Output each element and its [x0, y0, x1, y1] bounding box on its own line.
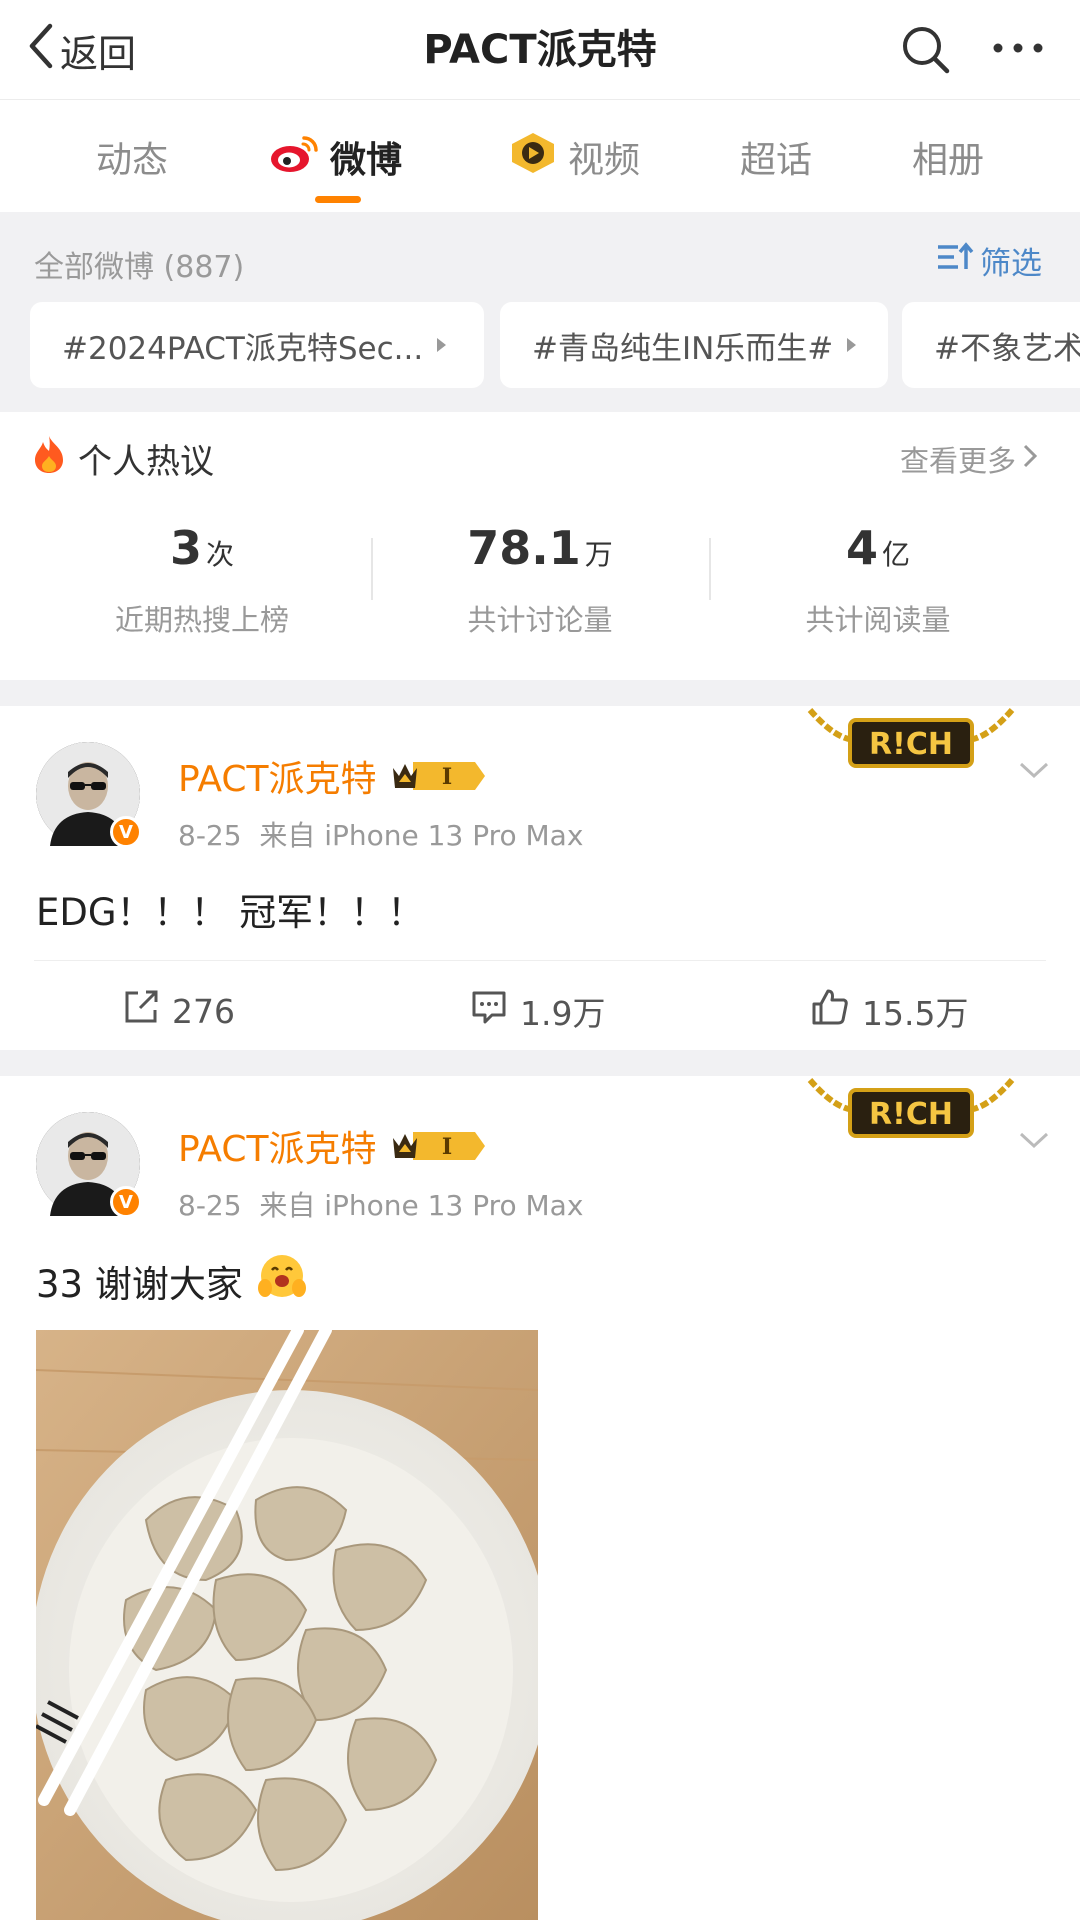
- rich-text: R!CH: [869, 1097, 953, 1132]
- tab-super-topic[interactable]: 超话: [740, 132, 812, 182]
- topic-chip[interactable]: #不象艺术: [902, 302, 1080, 388]
- topic-label: #2024PACT派克特Sec...: [62, 330, 424, 367]
- stat-hot-search[interactable]: 3次 近期热搜上榜: [52, 520, 352, 639]
- topic-chip[interactable]: #青岛纯生IN乐而生#: [500, 302, 888, 388]
- post-meta: 8-25 来自 iPhone 13 Pro Max: [178, 1184, 583, 1224]
- verified-badge: V: [110, 1186, 142, 1218]
- stat-label: 共计阅读量: [805, 603, 951, 637]
- tab-label: 超话: [740, 140, 813, 181]
- active-tab-indicator: [315, 196, 361, 203]
- repost-button[interactable]: 276: [122, 961, 235, 1061]
- author-name[interactable]: PACT派克特 I: [178, 1120, 489, 1172]
- weibo-filter-section: 全部微博 (887) 筛选 #2024PACT派克特Sec... #青岛纯生IN…: [0, 212, 1080, 412]
- post-date: 8-25: [178, 1189, 242, 1222]
- hug-emoji-icon: [257, 1252, 307, 1309]
- author-name[interactable]: PACT派克特 I: [178, 750, 489, 802]
- filter-button[interactable]: 筛选: [936, 238, 1042, 283]
- hot-title: 个人热议: [32, 434, 214, 483]
- comment-count: 1.9万: [520, 994, 606, 1033]
- post-text: EDG！！！ 冠军！！！: [36, 891, 425, 934]
- chevron-down-icon[interactable]: [1018, 760, 1050, 784]
- hot-title-label: 个人热议: [78, 442, 214, 482]
- post-text: 33 谢谢大家: [36, 1252, 307, 1309]
- share-icon: [122, 988, 172, 1034]
- post-source: 来自 iPhone 13 Pro Max: [259, 819, 584, 852]
- topic-chip[interactable]: #2024PACT派克特Sec...: [30, 302, 484, 388]
- filter-icon: [936, 241, 974, 281]
- stat-value: 4: [845, 521, 878, 575]
- tab-album[interactable]: 相册: [912, 132, 984, 182]
- vip-badge-icon: I: [389, 1126, 489, 1166]
- stat-label: 共计讨论量: [467, 603, 613, 637]
- search-icon[interactable]: [900, 24, 952, 80]
- tab-label: 相册: [912, 140, 985, 181]
- tab-video[interactable]: 视频: [508, 132, 640, 182]
- profile-tabs: 动态 微博 视频 超话 相册: [0, 100, 1080, 212]
- top-nav-bar: 返回 PACT派克特: [0, 0, 1080, 100]
- tab-label: 动态: [96, 140, 169, 181]
- post-meta: 8-25 来自 iPhone 13 Pro Max: [178, 814, 583, 854]
- divider: [371, 538, 373, 600]
- all-weibo-count: 全部微博 (887): [34, 250, 245, 285]
- stat-discussion[interactable]: 78.1 万 共计讨论量: [390, 520, 690, 639]
- arrow-right-icon: [847, 338, 857, 352]
- vip-badge-icon: I: [389, 756, 489, 796]
- stat-unit: 次: [206, 538, 235, 571]
- chevron-down-icon[interactable]: [1018, 1130, 1050, 1154]
- post-image-dumplings[interactable]: [36, 1330, 538, 1920]
- tab-weibo[interactable]: 微博: [270, 132, 402, 182]
- comment-button[interactable]: 1.9万: [470, 961, 605, 1061]
- rich-chain-decoration: R!CH: [806, 1076, 1016, 1150]
- post-source: 来自 iPhone 13 Pro Max: [259, 1189, 584, 1222]
- repost-count: 276: [172, 991, 235, 1031]
- personal-hot-section: 个人热议 查看更多 3次 近期热搜上榜 78.1 万 共计讨论量 4亿 共计阅读量: [0, 412, 1080, 680]
- vip-level: I: [441, 764, 451, 790]
- weibo-post: R!CH V PACT派克特 I 8-25 来自 iPhone 13 Pro M…: [0, 706, 1080, 1050]
- author-label: PACT派克特: [178, 1129, 377, 1170]
- see-more-label: 查看更多: [900, 444, 1017, 478]
- comment-icon: [470, 988, 520, 1034]
- stat-unit: 万: [584, 538, 613, 571]
- video-icon: [508, 131, 558, 184]
- divider: [709, 538, 711, 600]
- more-icon[interactable]: [990, 30, 1046, 74]
- post-date: 8-25: [178, 819, 242, 852]
- thumbs-up-icon: [810, 987, 862, 1035]
- tab-label: 视频: [568, 140, 641, 181]
- avatar[interactable]: V: [36, 1112, 142, 1218]
- avatar[interactable]: V: [36, 742, 142, 848]
- tab-dynamic[interactable]: 动态: [96, 132, 168, 182]
- weibo-icon: [270, 132, 320, 183]
- post-text-label: 33 谢谢大家: [36, 1262, 243, 1306]
- author-label: PACT派克特: [178, 759, 377, 800]
- verified-badge: V: [110, 816, 142, 848]
- chevron-right-icon: [1022, 442, 1038, 477]
- topic-label: #不象艺术: [934, 330, 1080, 367]
- topic-label: #青岛纯生IN乐而生#: [532, 330, 834, 367]
- rich-text: R!CH: [869, 727, 953, 762]
- like-button[interactable]: 15.5万: [810, 961, 968, 1061]
- weibo-post: R!CH V PACT派克特 I 8-25 来自 iPhone 13 Pro M…: [0, 1076, 1080, 1920]
- vip-level: I: [441, 1134, 451, 1160]
- stat-reads[interactable]: 4亿 共计阅读量: [728, 520, 1028, 639]
- stat-label: 近期热搜上榜: [114, 603, 289, 637]
- stat-value: 78.1: [467, 521, 581, 575]
- section-separator: [0, 680, 1080, 706]
- rich-chain-decoration: R!CH: [806, 706, 1016, 780]
- flame-icon: [32, 434, 78, 483]
- arrow-right-icon: [437, 338, 447, 352]
- tab-label: 微博: [330, 140, 403, 181]
- stat-value: 3: [169, 521, 202, 575]
- like-count: 15.5万: [862, 994, 969, 1033]
- stat-unit: 亿: [882, 538, 911, 571]
- section-separator: [0, 1050, 1080, 1076]
- filter-label: 筛选: [980, 246, 1042, 282]
- see-more-link[interactable]: 查看更多: [900, 438, 1038, 480]
